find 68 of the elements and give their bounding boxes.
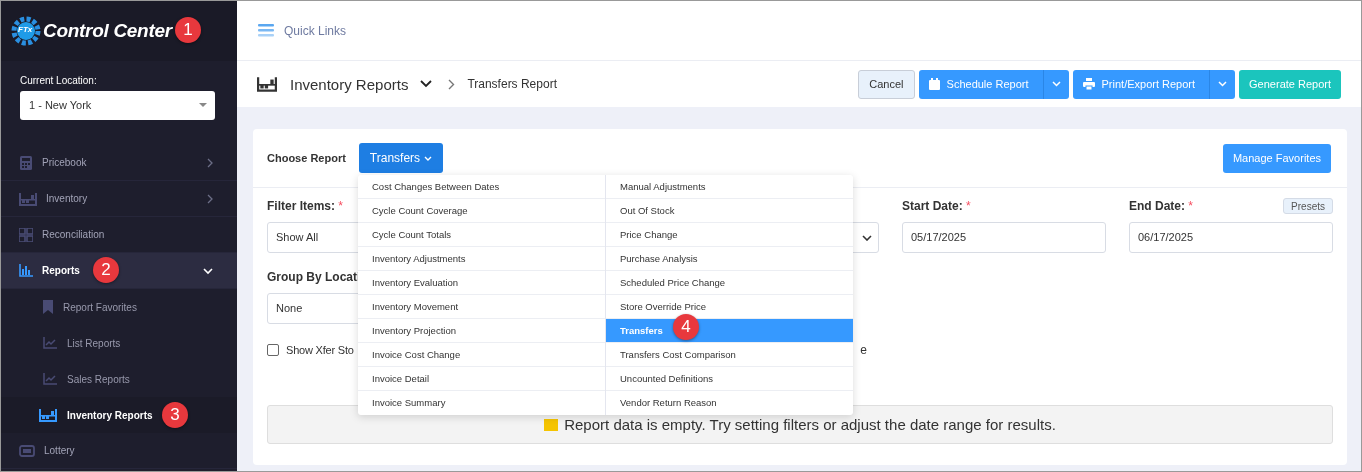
start-date-field[interactable]: 05/17/2025 bbox=[902, 222, 1106, 253]
caret-icon bbox=[1218, 81, 1228, 87]
location-label: Current Location: bbox=[20, 75, 98, 86]
end-date-field[interactable]: 06/17/2025 bbox=[1129, 222, 1333, 253]
report-picker-button[interactable]: Transfers bbox=[358, 143, 444, 173]
page-title[interactable]: Inventory Reports bbox=[290, 75, 409, 93]
app-title: Control Center bbox=[43, 20, 172, 42]
menu-item[interactable]: Transfers Cost Comparison bbox=[606, 343, 853, 367]
chevron-down-icon bbox=[862, 234, 872, 241]
shelf-icon bbox=[257, 76, 277, 92]
menu-item[interactable]: Out Of Stock bbox=[606, 199, 853, 223]
quick-links-link[interactable]: Quick Links bbox=[284, 23, 347, 38]
logo-initials: FTx bbox=[18, 25, 33, 34]
menu-item[interactable]: Scheduled Price Change bbox=[606, 271, 853, 295]
sidebar-subitem[interactable]: List Reports bbox=[1, 325, 237, 361]
warning-icon bbox=[544, 418, 559, 431]
ticket-icon bbox=[19, 444, 35, 457]
gear-logo-icon bbox=[11, 16, 41, 46]
menu-item[interactable]: Inventory Movement bbox=[358, 295, 605, 319]
line-chart-icon bbox=[43, 337, 57, 349]
field-label: Start Date: * bbox=[902, 198, 971, 214]
menu-item[interactable]: Purchase Analysis bbox=[606, 247, 853, 271]
sidebar-item[interactable]: Inventory bbox=[1, 181, 237, 217]
menu-item[interactable]: Vendor Return Reason bbox=[606, 391, 853, 415]
field-label: End Date: * bbox=[1129, 198, 1193, 214]
checkbox[interactable] bbox=[267, 344, 279, 356]
menu-item[interactable]: Cycle Count Coverage bbox=[358, 199, 605, 223]
dropdown-toggle[interactable] bbox=[1042, 69, 1069, 99]
grid-icon bbox=[19, 227, 33, 242]
bookmark-icon bbox=[43, 300, 53, 314]
sidebar-item[interactable]: Pricebook bbox=[1, 145, 237, 181]
empty-message: Report data is empty. Try setting filters or adjust the date range for results. bbox=[564, 416, 1056, 433]
dropdown-toggle[interactable] bbox=[1209, 69, 1236, 99]
menu-item[interactable]: Price Change bbox=[606, 223, 853, 247]
choose-report-label: Choose Report bbox=[267, 152, 346, 164]
shelf-icon bbox=[39, 408, 57, 422]
sidebar-subitem[interactable]: Report Favorites bbox=[1, 289, 237, 325]
caret-icon bbox=[424, 155, 433, 161]
cancel-button[interactable]: Cancel bbox=[858, 69, 915, 99]
field-label: Filter Items: * bbox=[267, 198, 344, 214]
chevron-down-icon[interactable] bbox=[420, 80, 433, 88]
option-label: e bbox=[860, 343, 867, 357]
location-select[interactable]: 1 - New York bbox=[20, 91, 215, 120]
sidebar-item[interactable]: Lottery bbox=[1, 433, 237, 469]
menu-item[interactable]: Invoice Summary bbox=[358, 391, 605, 415]
menu-item[interactable]: Uncounted Definitions bbox=[606, 367, 853, 391]
line-chart-icon bbox=[43, 373, 57, 385]
menu-item[interactable]: Manual Adjustments bbox=[606, 175, 853, 199]
chevron-right-icon bbox=[448, 78, 456, 90]
menu-icon[interactable] bbox=[258, 24, 274, 37]
sidebar-subitem[interactable]: Sales Reports bbox=[1, 361, 237, 397]
shelf-icon bbox=[19, 191, 37, 206]
menu-item[interactable]: Cycle Count Totals bbox=[358, 223, 605, 247]
bar-chart-icon bbox=[19, 264, 33, 277]
presets-button[interactable]: Presets bbox=[1283, 198, 1333, 214]
menu-item[interactable]: Inventory Evaluation bbox=[358, 271, 605, 295]
menu-item[interactable]: Invoice Cost Change bbox=[358, 343, 605, 367]
breadcrumb-text: Transfers Report bbox=[467, 77, 557, 91]
menu-item[interactable]: Cost Changes Between Dates bbox=[358, 175, 605, 199]
menu-item[interactable]: Inventory Adjustments bbox=[358, 247, 605, 271]
printer-icon bbox=[1082, 78, 1095, 90]
menu-item[interactable]: Inventory Projection bbox=[358, 319, 605, 343]
chevron-icon bbox=[203, 265, 213, 276]
caret-icon bbox=[1051, 81, 1061, 87]
checkbox-label: Show Xfer Sto bbox=[286, 344, 354, 356]
calculator-icon bbox=[19, 155, 33, 170]
calendar-icon bbox=[928, 78, 940, 90]
menu-item[interactable]: Invoice Detail bbox=[358, 367, 605, 391]
